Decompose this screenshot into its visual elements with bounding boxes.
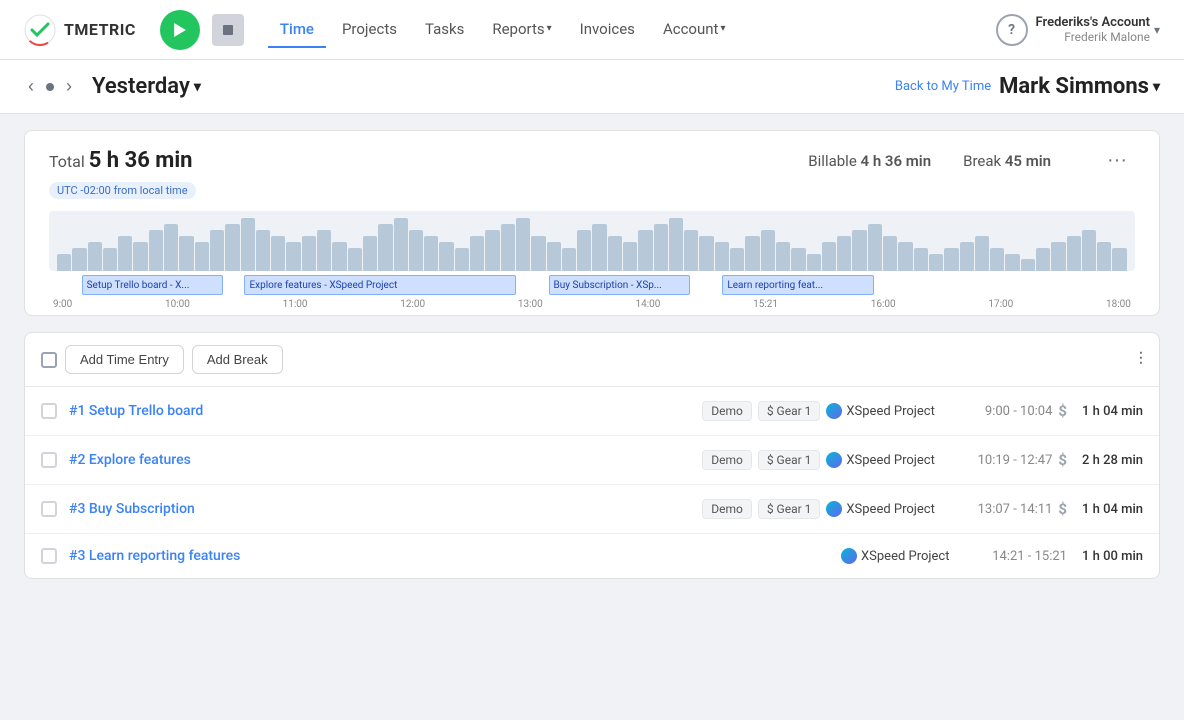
entry-time-range-4: 14:21 - 15:21 <box>977 549 1067 564</box>
timeline-event-4: Learn reporting feat... <box>722 275 874 295</box>
stats-card: Total 5 h 36 min Billable 4 h 36 min Bre… <box>24 130 1160 316</box>
stats-row: Total 5 h 36 min Billable 4 h 36 min Bre… <box>49 147 1135 174</box>
row-checkbox-1[interactable] <box>41 403 57 419</box>
nav-invoices[interactable]: Invoices <box>568 12 647 48</box>
project-dot-icon-3 <box>826 501 842 517</box>
entry-list: Add Time Entry Add Break ⫶ #1 Setup Trel… <box>24 332 1160 579</box>
entry-duration-4: 1 h 00 min <box>1073 549 1143 564</box>
billable-value: 4 h 36 min <box>861 152 932 170</box>
entry-title-2[interactable]: #2 Explore features <box>69 452 269 468</box>
timeline: Setup Trello board - X... Explore featur… <box>49 211 1135 299</box>
main-content: Total 5 h 36 min Billable 4 h 36 min Bre… <box>0 114 1184 595</box>
break-stat: Break 45 min <box>963 152 1051 170</box>
timeline-labels: 9:00 10:00 11:00 12:00 13:00 14:00 15:21… <box>49 299 1135 310</box>
entry-tags-3: Demo $ $ Gear 1 XSpeed Project 13:07 - 1… <box>702 499 1143 519</box>
chevron-down-icon: ▾ <box>720 23 725 34</box>
row-checkbox-2[interactable] <box>41 452 57 468</box>
entry-time-range-3: 13:07 - 14:11 <box>962 502 1052 517</box>
back-to-my-time-link[interactable]: Back to My Time <box>895 79 991 94</box>
nav-reports[interactable]: Reports ▾ <box>480 12 563 48</box>
project-badge-1: XSpeed Project <box>826 403 956 419</box>
break-value: 45 min <box>1005 152 1051 170</box>
filter-icon: ⫶ <box>1139 349 1144 369</box>
user-account-name: Frederiks's Account <box>1036 15 1150 30</box>
nav-time[interactable]: Time <box>268 12 326 48</box>
today-dot-button[interactable] <box>46 83 54 91</box>
add-break-button[interactable]: Add Break <box>192 345 283 374</box>
project-badge-3: XSpeed Project <box>826 501 956 517</box>
project-dot-icon-2 <box>826 452 842 468</box>
tag-gear-1: $ $ Gear 1 <box>758 401 821 421</box>
viewing-user-name[interactable]: Mark Simmons ▾ <box>999 74 1160 99</box>
timeline-bars-area <box>49 211 1135 271</box>
timeline-event-2: Explore features - XSpeed Project <box>244 275 516 295</box>
date-chevron-icon: ▾ <box>194 79 201 95</box>
tag-gear-2: $ $ Gear 1 <box>758 450 821 470</box>
date-label[interactable]: Yesterday ▾ <box>92 74 201 99</box>
select-all-checkbox[interactable] <box>41 352 57 368</box>
table-row: #1 Setup Trello board Demo $ $ Gear 1 XS… <box>25 387 1159 436</box>
logo-area: TMETRIC <box>24 14 136 46</box>
total-label: Total 5 h 36 min <box>49 148 193 173</box>
filter-button[interactable]: ⫶ <box>1139 349 1144 370</box>
nav-links: Time Projects Tasks Reports ▾ Invoices A… <box>268 12 988 48</box>
billable-stat: Billable 4 h 36 min <box>808 152 931 170</box>
table-row: #3 Learn reporting features XSpeed Proje… <box>25 534 1159 578</box>
entry-title-4[interactable]: #3 Learn reporting features <box>69 548 269 564</box>
entry-duration-3: 1 h 04 min <box>1073 502 1143 517</box>
timeline-event-1: Setup Trello board - X... <box>82 275 223 295</box>
nav-tasks[interactable]: Tasks <box>413 12 476 48</box>
add-time-entry-button[interactable]: Add Time Entry <box>65 345 184 374</box>
tag-demo-2[interactable]: Demo <box>702 450 752 470</box>
tag-demo-1[interactable]: Demo <box>702 401 752 421</box>
entry-time-range-1: 9:00 - 10:04 <box>962 404 1052 419</box>
table-row: #2 Explore features Demo $ $ Gear 1 XSpe… <box>25 436 1159 485</box>
utc-badge: UTC -02:00 from local time <box>49 182 196 199</box>
stop-button[interactable] <box>212 14 244 46</box>
stats-right: Billable 4 h 36 min Break 45 min ··· <box>808 147 1135 174</box>
entry-toolbar: Add Time Entry Add Break ⫶ <box>25 333 1159 387</box>
entry-time-range-2: 10:19 - 12:47 <box>962 453 1052 468</box>
nav-projects[interactable]: Projects <box>330 12 409 48</box>
user-chevron-icon: ▾ <box>1154 23 1160 37</box>
entry-duration-1: 1 h 04 min <box>1073 404 1143 419</box>
header: TMETRIC Time Projects Tasks Reports ▾ In… <box>0 0 1184 60</box>
logo-icon <box>24 14 56 46</box>
entry-tags-2: Demo $ $ Gear 1 XSpeed Project 10:19 - 1… <box>702 450 1143 470</box>
project-dot-icon-4 <box>841 548 857 564</box>
user-area[interactable]: Frederiks's Account Frederik Malone ▾ <box>1036 15 1160 44</box>
user-name-chevron-icon: ▾ <box>1153 79 1160 95</box>
entry-tags-1: Demo $ $ Gear 1 XSpeed Project 9:00 - 10… <box>702 401 1143 421</box>
entry-tags-4: XSpeed Project 14:21 - 15:21 1 h 00 min <box>841 548 1143 564</box>
table-row: #3 Buy Subscription Demo $ $ Gear 1 XSpe… <box>25 485 1159 534</box>
more-options-button[interactable]: ··· <box>1099 147 1135 174</box>
chevron-down-icon: ▾ <box>547 23 552 34</box>
billable-icon-3: $ <box>1058 500 1067 518</box>
entry-title-3[interactable]: #3 Buy Subscription <box>69 501 269 517</box>
row-checkbox-4[interactable] <box>41 548 57 564</box>
nav-account[interactable]: Account ▾ <box>651 12 738 48</box>
date-bar: ‹ › Yesterday ▾ Back to My Time Mark Sim… <box>0 60 1184 114</box>
tag-gear-3: $ $ Gear 1 <box>758 499 821 519</box>
next-date-button[interactable]: › <box>62 72 76 101</box>
entry-title-1[interactable]: #1 Setup Trello board <box>69 403 269 419</box>
timeline-events-row: Setup Trello board - X... Explore featur… <box>49 271 1135 299</box>
help-button[interactable]: ? <box>996 14 1028 46</box>
entry-duration-2: 2 h 28 min <box>1073 453 1143 468</box>
play-button[interactable] <box>160 10 200 50</box>
total-value: 5 h 36 min <box>89 148 193 173</box>
user-full-name: Frederik Malone <box>1036 30 1150 44</box>
row-checkbox-3[interactable] <box>41 501 57 517</box>
logo-text: TMETRIC <box>64 20 136 39</box>
project-dot-icon-1 <box>826 403 842 419</box>
timeline-event-3: Buy Subscription - XSp... <box>549 275 690 295</box>
project-badge-4: XSpeed Project <box>841 548 971 564</box>
billable-icon-2: $ <box>1058 451 1067 469</box>
date-navigation: ‹ › Yesterday ▾ <box>24 72 201 101</box>
tag-demo-3[interactable]: Demo <box>702 499 752 519</box>
prev-date-button[interactable]: ‹ <box>24 72 38 101</box>
project-badge-2: XSpeed Project <box>826 452 956 468</box>
billable-icon-1: $ <box>1058 402 1067 420</box>
